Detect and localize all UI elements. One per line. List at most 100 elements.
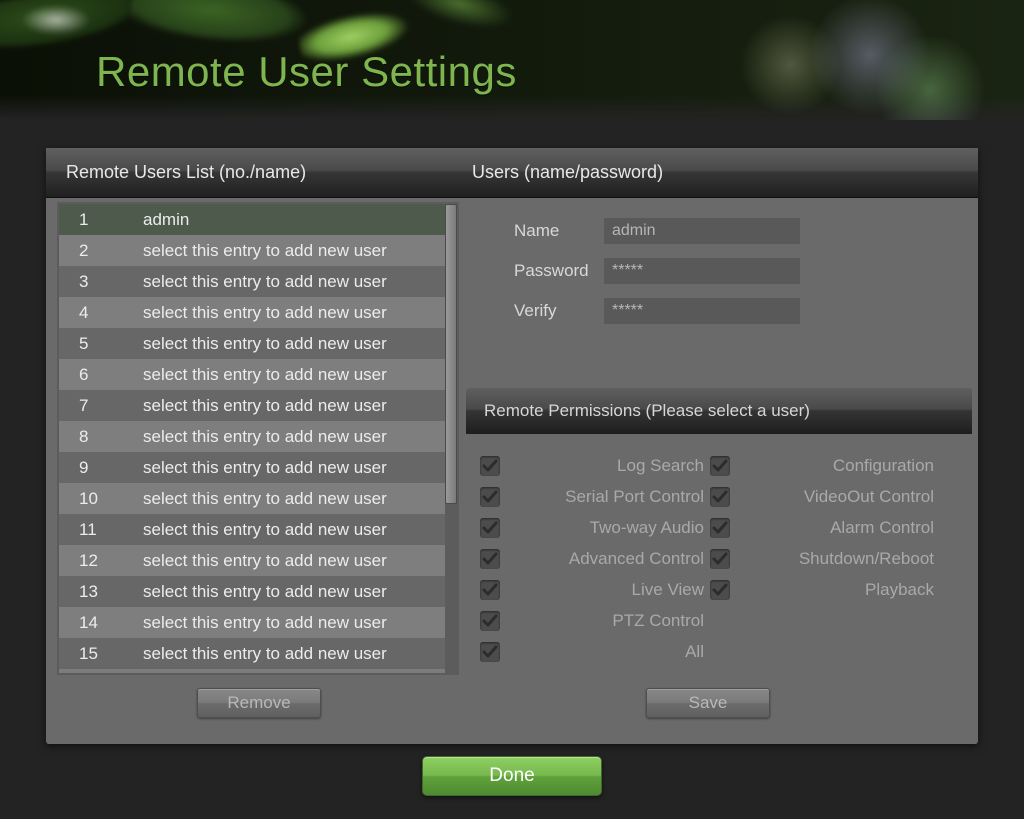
permissions-column-2: Configuration VideoOut Control Alarm Contr… bbox=[706, 450, 936, 667]
user-row-number: 7 bbox=[59, 390, 143, 420]
permission-checkbox[interactable] bbox=[710, 580, 730, 600]
permission-label: Alarm Control bbox=[738, 518, 936, 538]
name-field[interactable]: admin bbox=[604, 218, 800, 244]
password-field[interactable]: ***** bbox=[604, 258, 800, 284]
permission-checkbox[interactable] bbox=[480, 611, 500, 631]
permission-item: PTZ Control bbox=[476, 605, 706, 636]
user-row-name: select this entry to add new user bbox=[143, 607, 445, 637]
user-row-number: 4 bbox=[59, 297, 143, 327]
user-list-row[interactable]: 13select this entry to add new user bbox=[59, 576, 445, 607]
user-row-number: 6 bbox=[59, 359, 143, 389]
user-row-name: select this entry to add new user bbox=[143, 421, 445, 451]
permission-label: PTZ Control bbox=[508, 611, 706, 631]
user-row-number: 15 bbox=[59, 638, 143, 668]
user-list-row[interactable]: 15select this entry to add new user bbox=[59, 638, 445, 669]
permission-item: Live View bbox=[476, 574, 706, 605]
user-form: Name admin Password ***** Verify ***** bbox=[472, 211, 970, 331]
user-row-name: admin bbox=[143, 204, 445, 234]
permission-item: Alarm Control bbox=[706, 512, 936, 543]
permissions-panel: Remote Permissions (Please select a user… bbox=[466, 388, 972, 667]
user-row-name: select this entry to add new user bbox=[143, 328, 445, 358]
user-row-name: select this entry to add new user bbox=[143, 359, 445, 389]
user-list-row[interactable]: 1admin bbox=[59, 204, 445, 235]
user-list-row[interactable]: 2select this entry to add new user bbox=[59, 235, 445, 266]
permission-checkbox[interactable] bbox=[480, 487, 500, 507]
user-list-row[interactable]: 11select this entry to add new user bbox=[59, 514, 445, 545]
permission-label: VideoOut Control bbox=[738, 487, 936, 507]
done-button[interactable]: Done bbox=[422, 756, 602, 796]
permissions-header: Remote Permissions (Please select a user… bbox=[466, 388, 972, 434]
users-list[interactable]: 1admin2select this entry to add new user… bbox=[59, 204, 445, 673]
permission-checkbox[interactable] bbox=[710, 549, 730, 569]
permission-label: Live View bbox=[508, 580, 706, 600]
permission-checkbox[interactable] bbox=[480, 456, 500, 476]
permission-checkbox[interactable] bbox=[710, 518, 730, 538]
permission-checkbox[interactable] bbox=[480, 580, 500, 600]
user-row-number: 8 bbox=[59, 421, 143, 451]
decorative-leaf bbox=[20, 0, 110, 50]
panel-header-bar: Remote Users List (no./name) Users (name… bbox=[46, 148, 978, 198]
user-row-name: select this entry to add new user bbox=[143, 514, 445, 544]
user-list-row[interactable]: 7select this entry to add new user bbox=[59, 390, 445, 421]
password-label: Password bbox=[472, 261, 604, 281]
user-row-name: select this entry to add new user bbox=[143, 576, 445, 606]
user-row-number: 11 bbox=[59, 514, 143, 544]
permission-label: Log Search bbox=[508, 456, 706, 476]
user-list-row[interactable]: 14select this entry to add new user bbox=[59, 607, 445, 638]
permission-item: VideoOut Control bbox=[706, 481, 936, 512]
page-title: Remote User Settings bbox=[96, 48, 517, 96]
permission-checkbox[interactable] bbox=[480, 518, 500, 538]
users-list-header: Remote Users List (no./name) bbox=[66, 162, 306, 183]
user-row-number: 2 bbox=[59, 235, 143, 265]
scrollbar-thumb[interactable] bbox=[445, 204, 457, 504]
users-list-box: 1admin2select this entry to add new user… bbox=[57, 202, 459, 675]
user-list-row[interactable]: 4select this entry to add new user bbox=[59, 297, 445, 328]
user-row-name: select this entry to add new user bbox=[143, 266, 445, 296]
permission-item: Log Search bbox=[476, 450, 706, 481]
permission-label: Shutdown/Reboot bbox=[738, 549, 936, 569]
user-row-number: 12 bbox=[59, 545, 143, 575]
permission-item: Advanced Control bbox=[476, 543, 706, 574]
user-list-row[interactable]: 9select this entry to add new user bbox=[59, 452, 445, 483]
permission-label: All bbox=[508, 642, 706, 662]
user-row-name: select this entry to add new user bbox=[143, 235, 445, 265]
permission-label: Playback bbox=[738, 580, 936, 600]
main-panel: Remote Users List (no./name) Users (name… bbox=[46, 148, 978, 744]
permission-item: All bbox=[476, 636, 706, 667]
permission-item: Configuration bbox=[706, 450, 936, 481]
permission-label: Advanced Control bbox=[508, 549, 706, 569]
user-list-row[interactable]: 12select this entry to add new user bbox=[59, 545, 445, 576]
permissions-column-1: Log Search Serial Port Control Two-way Aud… bbox=[476, 450, 706, 667]
permission-checkbox[interactable] bbox=[480, 642, 500, 662]
permission-checkbox[interactable] bbox=[710, 487, 730, 507]
user-row-name: select this entry to add new user bbox=[143, 452, 445, 482]
user-row-number: 3 bbox=[59, 266, 143, 296]
user-row-name: select this entry to add new user bbox=[143, 390, 445, 420]
user-row-number: 5 bbox=[59, 328, 143, 358]
user-list-row[interactable]: 10select this entry to add new user bbox=[59, 483, 445, 514]
user-row-number: 1 bbox=[59, 204, 143, 234]
verify-label: Verify bbox=[472, 301, 604, 321]
permission-item: Two-way Audio bbox=[476, 512, 706, 543]
user-row-name: select this entry to add new user bbox=[143, 483, 445, 513]
permission-label: Serial Port Control bbox=[508, 487, 706, 507]
permission-item: Serial Port Control bbox=[476, 481, 706, 512]
name-label: Name bbox=[472, 221, 604, 241]
user-row-name: select this entry to add new user bbox=[143, 638, 445, 668]
user-row-number: 13 bbox=[59, 576, 143, 606]
user-list-row[interactable]: 3select this entry to add new user bbox=[59, 266, 445, 297]
user-list-row[interactable]: 5select this entry to add new user bbox=[59, 328, 445, 359]
scrollbar-track[interactable] bbox=[445, 204, 457, 673]
user-row-name: select this entry to add new user bbox=[143, 297, 445, 327]
permission-item: Playback bbox=[706, 574, 936, 605]
remove-button[interactable]: Remove bbox=[197, 688, 321, 718]
permission-label: Configuration bbox=[738, 456, 936, 476]
user-row-number: 10 bbox=[59, 483, 143, 513]
user-list-row[interactable]: 8select this entry to add new user bbox=[59, 421, 445, 452]
save-button[interactable]: Save bbox=[646, 688, 770, 718]
user-row-number: 9 bbox=[59, 452, 143, 482]
verify-field[interactable]: ***** bbox=[604, 298, 800, 324]
user-list-row[interactable]: 6select this entry to add new user bbox=[59, 359, 445, 390]
permission-checkbox[interactable] bbox=[480, 549, 500, 569]
permission-checkbox[interactable] bbox=[710, 456, 730, 476]
